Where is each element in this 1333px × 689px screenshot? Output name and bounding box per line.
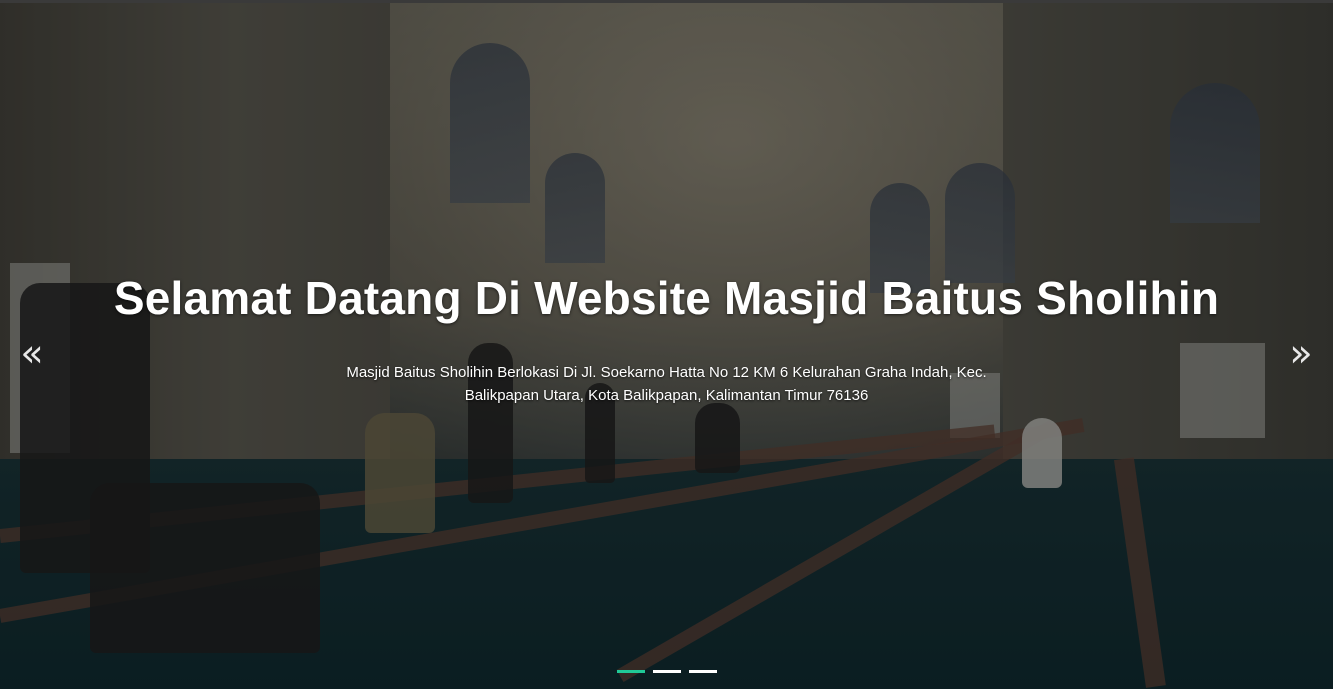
carousel-indicator[interactable] xyxy=(688,670,717,673)
carousel-caption: Selamat Datang Di Website Masjid Baitus … xyxy=(0,271,1333,407)
hero-carousel: Selamat Datang Di Website Masjid Baitus … xyxy=(0,0,1333,689)
slide-description: Masjid Baitus Sholihin Berlokasi Di Jl. … xyxy=(317,361,1017,407)
double-chevron-left-icon: « xyxy=(20,331,44,375)
carousel-indicators xyxy=(0,670,1333,673)
double-chevron-right-icon: » xyxy=(1289,331,1313,375)
carousel-prev-button[interactable]: « xyxy=(12,333,52,373)
carousel-indicator[interactable] xyxy=(652,670,681,673)
carousel-indicator[interactable] xyxy=(616,670,645,673)
slide-description-line2: Balikpapan Utara, Kota Balikpapan, Kalim… xyxy=(464,387,869,404)
slide-description-line1: Masjid Baitus Sholihin Berlokasi Di Jl. … xyxy=(346,364,987,381)
carousel-next-button[interactable]: » xyxy=(1281,333,1321,373)
slide-title: Selamat Datang Di Website Masjid Baitus … xyxy=(113,272,1220,324)
